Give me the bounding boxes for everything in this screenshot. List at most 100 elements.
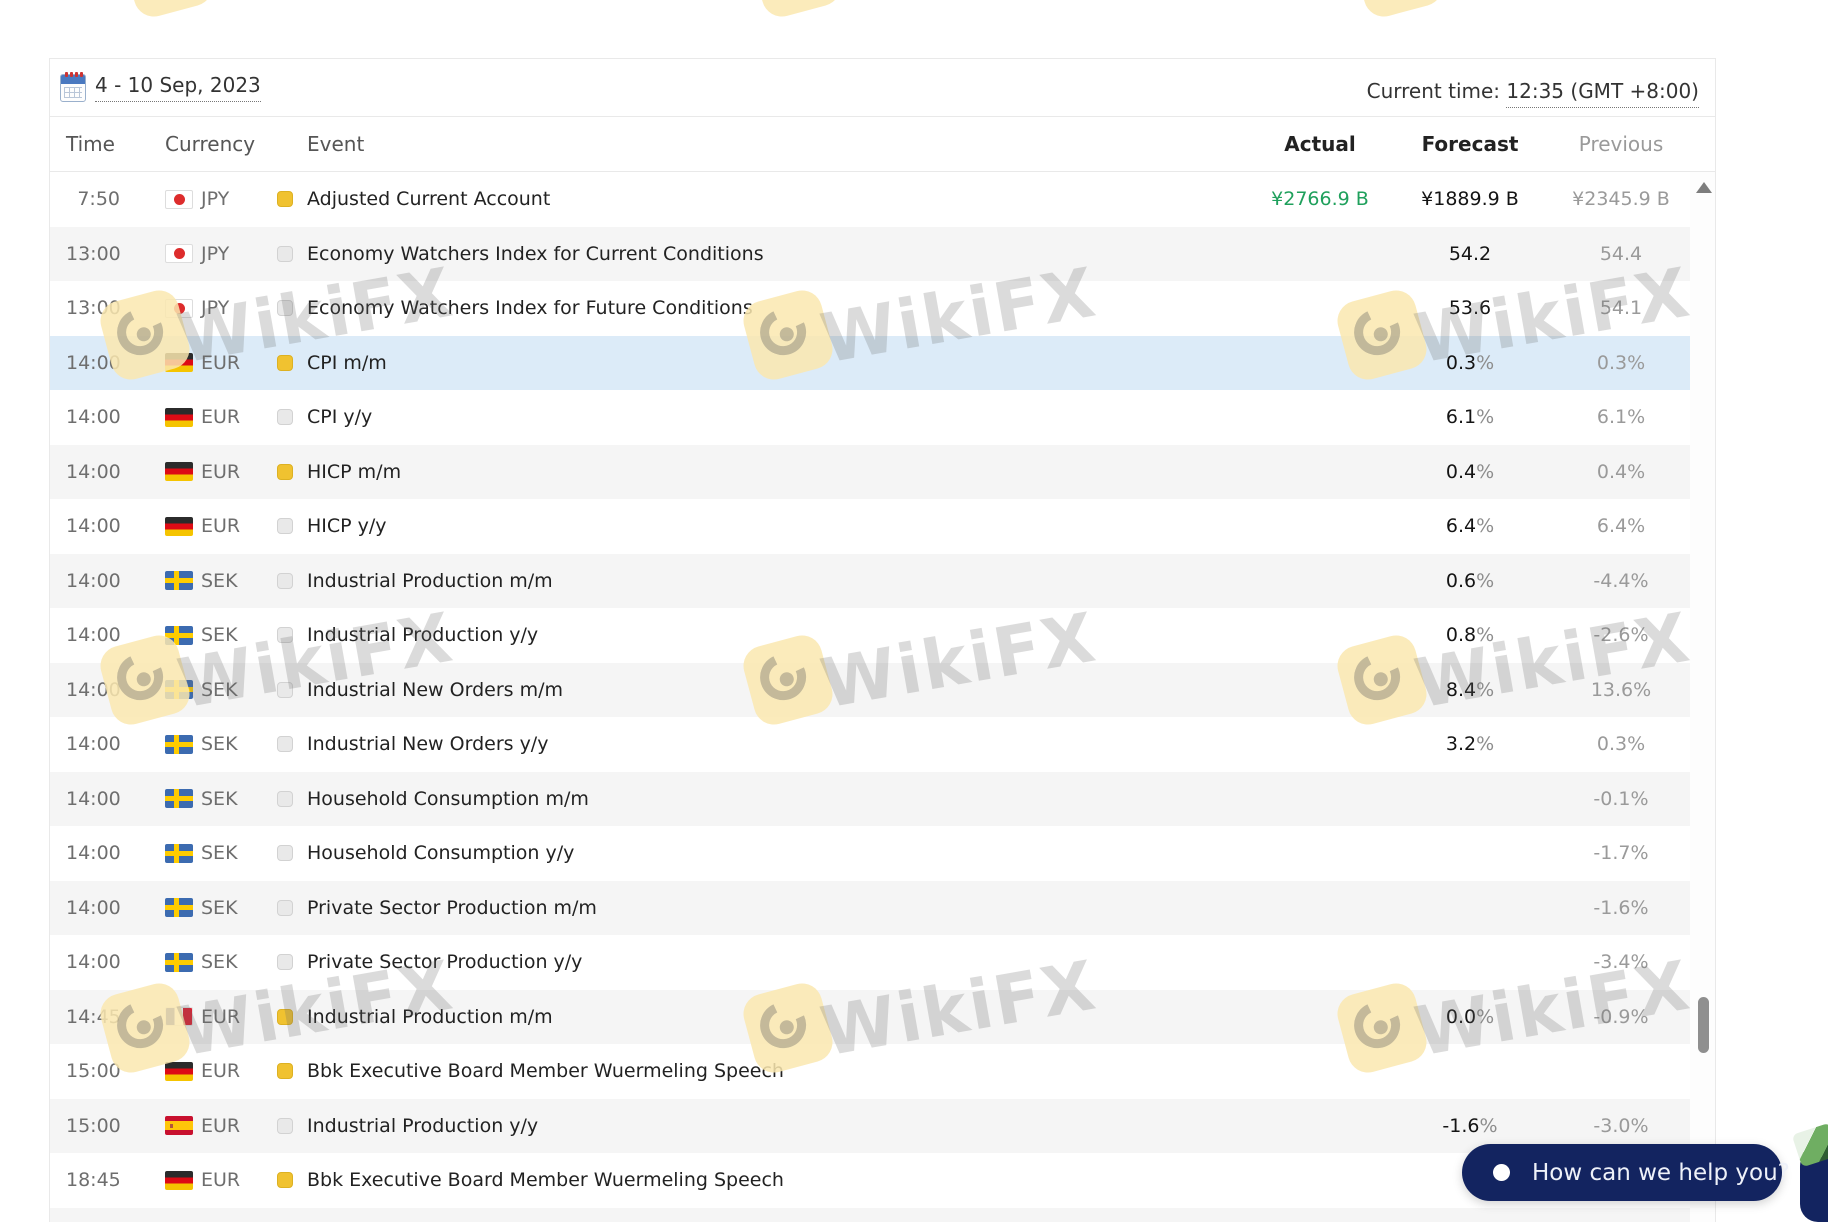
event-row[interactable]: 14:00 EUR CPI y/y 6.1% 6.1% <box>50 390 1691 445</box>
event-name: Bbk Executive Board Member Wuermeling Sp… <box>307 1060 784 1083</box>
scrollbar-up-arrow-icon[interactable] <box>1696 182 1712 193</box>
importance-icon <box>277 300 293 317</box>
event-row[interactable]: 14:00 SEK Industrial Production y/y 0.8%… <box>50 608 1691 663</box>
event-row[interactable]: 14:00 SEK Industrial New Orders m/m 8.4%… <box>50 662 1691 717</box>
date-range-picker[interactable]: 4 - 10 Sep, 2023 <box>60 71 261 102</box>
chat-status-dot-icon <box>1493 1164 1510 1181</box>
importance-icon <box>277 899 293 916</box>
event-name: Adjusted Current Account <box>307 188 551 211</box>
event-currency: SEK <box>165 897 238 919</box>
event-time: 14:00 <box>66 787 121 810</box>
scrollbar-track[interactable] <box>1690 172 1715 1222</box>
event-row[interactable]: 7:50 JPY Adjusted Current Account ¥2766.… <box>50 172 1691 227</box>
wikifx-logo-watermark-icon <box>119 0 217 21</box>
event-row[interactable]: 14:00 EUR HICP y/y 6.4% 6.4% <box>50 499 1691 554</box>
event-name: Bbk Executive Board Member Wuermeling Sp… <box>307 1169 784 1192</box>
economic-calendar-page: 4 - 10 Sep, 2023 Current time: 12:35 (GM… <box>0 0 1828 1222</box>
event-currency: SEK <box>165 788 238 810</box>
event-row[interactable]: 18:45 EUR Bbk Executive Board Member Wue… <box>50 1153 1691 1208</box>
importance-cell <box>277 845 293 862</box>
importance-cell <box>277 627 293 644</box>
currency-flag-icon <box>165 789 193 809</box>
currency-flag-icon <box>165 244 193 264</box>
chat-agent-photo <box>1791 1122 1828 1168</box>
event-row[interactable]: 14:00 SEK Private Sector Production y/y … <box>50 935 1691 990</box>
importance-cell <box>277 954 293 971</box>
event-row[interactable]: 14:45 EUR Industrial Production m/m 0.0%… <box>50 989 1691 1044</box>
event-time: 15:00 <box>66 1060 121 1083</box>
importance-cell <box>277 191 293 208</box>
importance-icon <box>277 627 293 644</box>
event-time: 14:00 <box>66 351 121 374</box>
event-name: Private Sector Production m/m <box>307 896 597 919</box>
event-name: Industrial Production y/y <box>307 624 539 647</box>
currency-flag-icon <box>165 189 193 209</box>
event-time: 14:45 <box>66 1005 121 1028</box>
event-row[interactable]: 13:00 JPY Economy Watchers Index for Fut… <box>50 281 1691 336</box>
event-row[interactable]: 14:00 EUR CPI m/m 0.3% 0.3% <box>50 335 1691 390</box>
event-name: HICP m/m <box>307 460 402 483</box>
panel-header: 4 - 10 Sep, 2023 Current time: 12:35 (GM… <box>50 59 1715 117</box>
event-currency: JPY <box>165 188 229 210</box>
event-name: Household Consumption m/m <box>307 787 589 810</box>
event-currency: EUR <box>165 1060 240 1082</box>
currency-flag-icon <box>165 1007 193 1027</box>
chat-help-button[interactable]: How can we help you? <box>1462 1144 1790 1201</box>
importance-cell <box>277 790 293 807</box>
event-time: 14:00 <box>66 460 121 483</box>
scrollbar-thumb[interactable] <box>1698 997 1709 1053</box>
event-row[interactable]: 14:00 SEK Private Sector Production m/m … <box>50 880 1691 935</box>
currency-code: SEK <box>201 678 238 701</box>
event-time: 14:00 <box>66 406 121 429</box>
event-name: CPI y/y <box>307 406 373 429</box>
event-time: 14:00 <box>66 842 121 865</box>
event-row[interactable]: 14:00 SEK Household Consumption y/y -1.7… <box>50 826 1691 881</box>
event-row[interactable]: 13:00 JPY Economy Watchers Index for Cur… <box>50 226 1691 281</box>
currency-flag-icon <box>165 625 193 645</box>
currency-code: JPY <box>201 297 230 320</box>
currency-flag-icon <box>165 462 193 482</box>
header-previous: Previous <box>1578 132 1664 156</box>
event-currency: EUR <box>165 461 240 483</box>
importance-cell <box>277 1008 293 1025</box>
importance-cell <box>277 681 293 698</box>
event-time: 14:00 <box>66 515 121 538</box>
calendar-panel: 4 - 10 Sep, 2023 Current time: 12:35 (GM… <box>49 58 1716 1222</box>
event-row[interactable]: 14:00 SEK Household Consumption m/m -0.1… <box>50 771 1691 826</box>
event-currency: EUR <box>165 406 240 428</box>
event-row[interactable]: 14:00 SEK Industrial New Orders y/y 3.2%… <box>50 717 1691 772</box>
currency-flag-icon <box>165 680 193 700</box>
event-row[interactable]: 14:00 SEK Industrial Production m/m 0.6%… <box>50 553 1691 608</box>
event-row[interactable]: 15:00 EUR Industrial Production y/y -1.6… <box>50 1098 1691 1153</box>
currency-code: EUR <box>201 1005 241 1028</box>
importance-icon <box>277 1117 293 1134</box>
currency-code: EUR <box>201 1060 241 1083</box>
event-name: Industrial New Orders m/m <box>307 678 563 701</box>
importance-cell <box>277 1063 293 1080</box>
importance-icon <box>277 736 293 753</box>
currency-code: JPY <box>201 188 230 211</box>
importance-icon <box>277 954 293 971</box>
event-name: Private Sector Production y/y <box>307 951 583 974</box>
currency-code: SEK <box>201 842 238 865</box>
event-time: 14:00 <box>66 951 121 974</box>
event-currency: SEK <box>165 624 238 646</box>
currency-code: EUR <box>201 406 241 429</box>
event-currency: EUR <box>165 515 240 537</box>
header-time: Time <box>66 132 115 156</box>
event-row-partial[interactable] <box>50 1207 1691 1222</box>
event-time: 14:00 <box>66 678 121 701</box>
importance-icon <box>277 790 293 807</box>
event-row[interactable]: 15:00 EUR Bbk Executive Board Member Wue… <box>50 1044 1691 1099</box>
importance-cell <box>277 572 293 589</box>
event-currency: EUR <box>165 1115 240 1137</box>
currency-flag-icon <box>165 516 193 536</box>
currency-flag-icon <box>165 952 193 972</box>
importance-icon <box>277 191 293 208</box>
importance-cell <box>277 899 293 916</box>
event-time: 14:00 <box>66 569 121 592</box>
event-row[interactable]: 14:00 EUR HICP m/m 0.4% 0.4% <box>50 444 1691 499</box>
timezone-selector[interactable]: 12:35 (GMT +8:00) <box>1506 79 1699 108</box>
event-currency: SEK <box>165 570 238 592</box>
event-currency: EUR <box>165 1169 240 1191</box>
